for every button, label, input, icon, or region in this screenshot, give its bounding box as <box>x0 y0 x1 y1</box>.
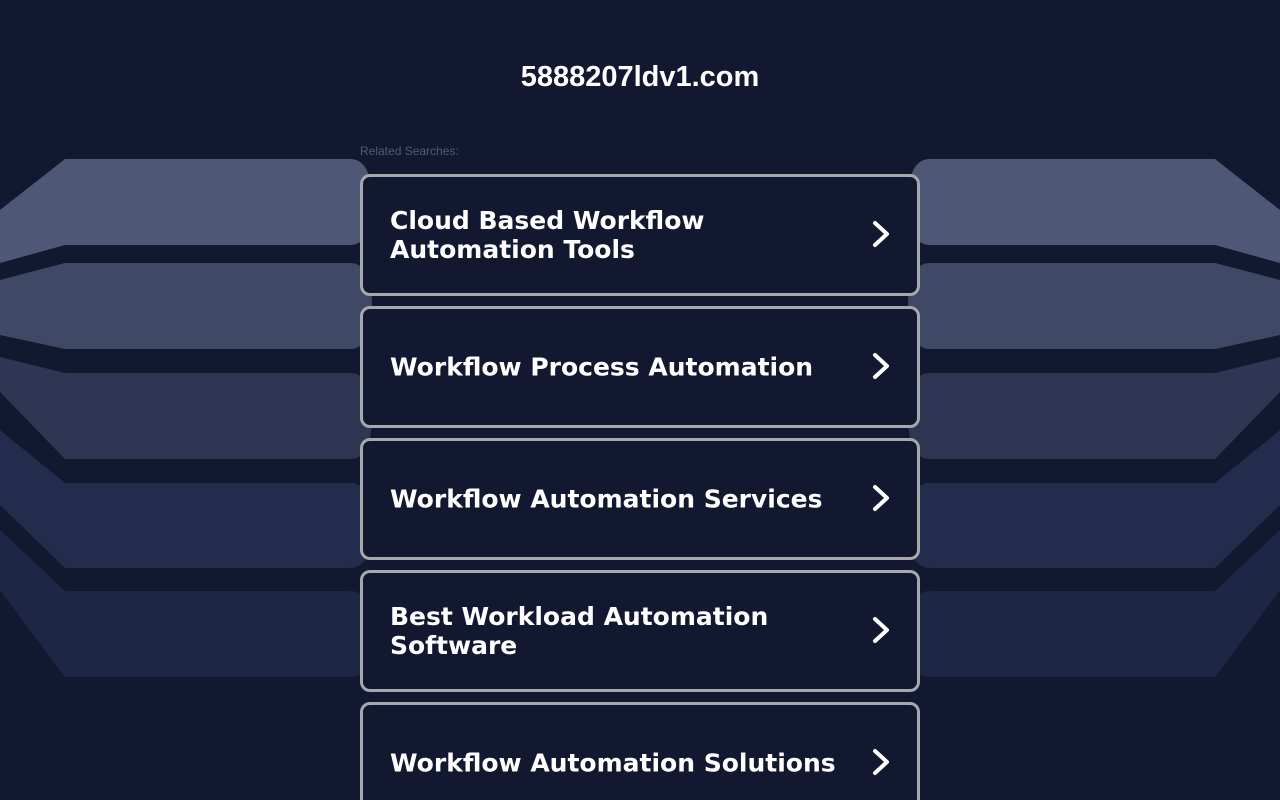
chevron-right-icon <box>873 749 889 775</box>
related-searches-label: Related Searches: <box>360 144 459 158</box>
chevron-right-icon <box>873 353 889 379</box>
related-link-workflow-process-automation[interactable]: Workflow Process Automation <box>360 306 920 428</box>
related-link-workflow-automation-services[interactable]: Workflow Automation Services <box>360 438 920 560</box>
chevron-right-icon <box>873 221 889 247</box>
chevron-right-icon <box>873 485 889 511</box>
related-link-label: Workflow Automation Services <box>390 484 823 514</box>
parked-domain-page: 5888207ldv1.com Related Searches: Cloud … <box>0 0 1280 800</box>
related-link-cloud-based-workflow-automation-tools[interactable]: Cloud Based Workflow Automation Tools <box>360 174 920 296</box>
domain-title: 5888207ldv1.com <box>520 61 760 93</box>
related-link-label: Best Workload Automation Software <box>390 602 769 660</box>
related-link-label: Workflow Automation Solutions <box>390 748 836 778</box>
chevron-right-icon <box>873 617 889 643</box>
related-link-label: Cloud Based Workflow Automation Tools <box>390 206 705 264</box>
related-links-list: Cloud Based Workflow Automation Tools Wo… <box>360 174 920 800</box>
related-link-workflow-automation-solutions[interactable]: Workflow Automation Solutions <box>360 702 920 800</box>
related-link-label: Workflow Process Automation <box>390 352 814 382</box>
related-link-best-workload-automation-software[interactable]: Best Workload Automation Software <box>360 570 920 692</box>
